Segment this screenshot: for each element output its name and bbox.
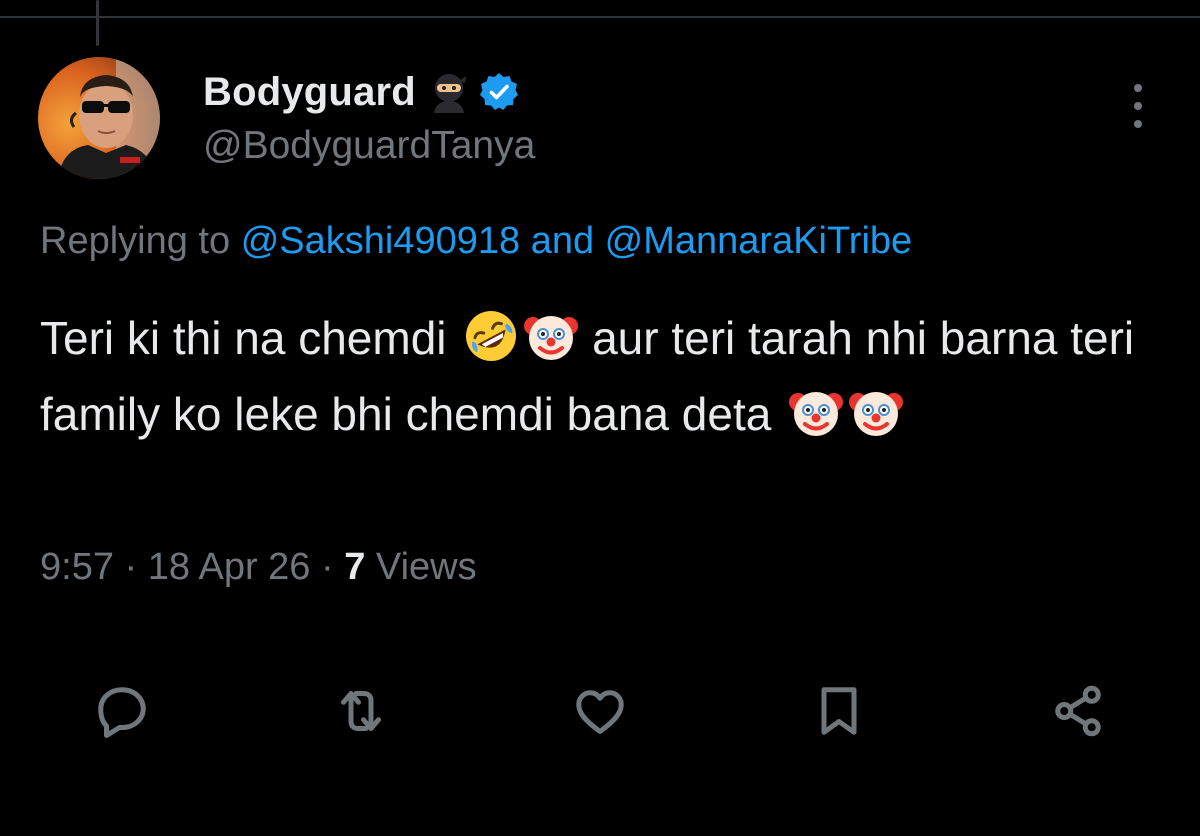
more-dot <box>1134 120 1142 128</box>
verified-badge-icon[interactable] <box>478 71 520 113</box>
retweet-icon <box>341 691 381 731</box>
share-icon <box>1055 685 1101 737</box>
author-handle[interactable]: @BodyguardTanya <box>203 124 535 168</box>
mention-link-2[interactable]: @MannaraKiTribe <box>605 220 913 262</box>
reply-button[interactable] <box>87 676 157 746</box>
action-bar <box>0 676 1200 746</box>
tweet-text-part-1: Teri ki thi na chemdi <box>40 312 447 364</box>
replying-to-prefix: Replying to <box>40 220 231 262</box>
thread-connector-line <box>96 0 99 46</box>
more-dot <box>1134 102 1142 110</box>
replying-to-line: Replying to @Sakshi490918 and @MannaraKi… <box>40 220 912 263</box>
like-icon <box>576 690 624 734</box>
bookmark-icon <box>821 687 857 735</box>
views-label[interactable]: Views <box>376 546 477 588</box>
ninja-icon <box>428 71 470 113</box>
tweet-meta: 9:57 · 18 Apr 26 · 7 Views <box>40 546 477 589</box>
clown-face-icon <box>523 308 579 364</box>
clown-face-icon <box>848 384 904 440</box>
rolling-on-floor-laughing-icon <box>463 308 519 364</box>
meta-separator: · <box>321 546 334 588</box>
avatar[interactable] <box>38 57 160 179</box>
more-dot <box>1134 84 1142 92</box>
tweet-text: Teri ki thi na chemdi aur teri tarah nhi… <box>40 300 1170 452</box>
author-name-row[interactable]: Bodyguard <box>203 66 520 118</box>
tweet-date[interactable]: 18 Apr 26 <box>148 546 311 588</box>
retweet-button[interactable] <box>326 676 396 746</box>
tweet-time[interactable]: 9:57 <box>40 546 114 588</box>
author-display-name[interactable]: Bodyguard <box>203 70 416 115</box>
top-divider <box>0 16 1200 18</box>
mention-link-1[interactable]: @Sakshi490918 <box>241 220 520 262</box>
more-options-icon[interactable] <box>1118 84 1158 128</box>
reply-icon <box>98 687 146 738</box>
share-button[interactable] <box>1043 676 1113 746</box>
mention-joiner: and <box>530 220 595 262</box>
views-count[interactable]: 7 <box>344 546 365 588</box>
bookmark-button[interactable] <box>804 676 874 746</box>
like-button[interactable] <box>565 676 635 746</box>
clown-face-icon <box>788 384 844 440</box>
meta-separator: · <box>124 546 138 588</box>
